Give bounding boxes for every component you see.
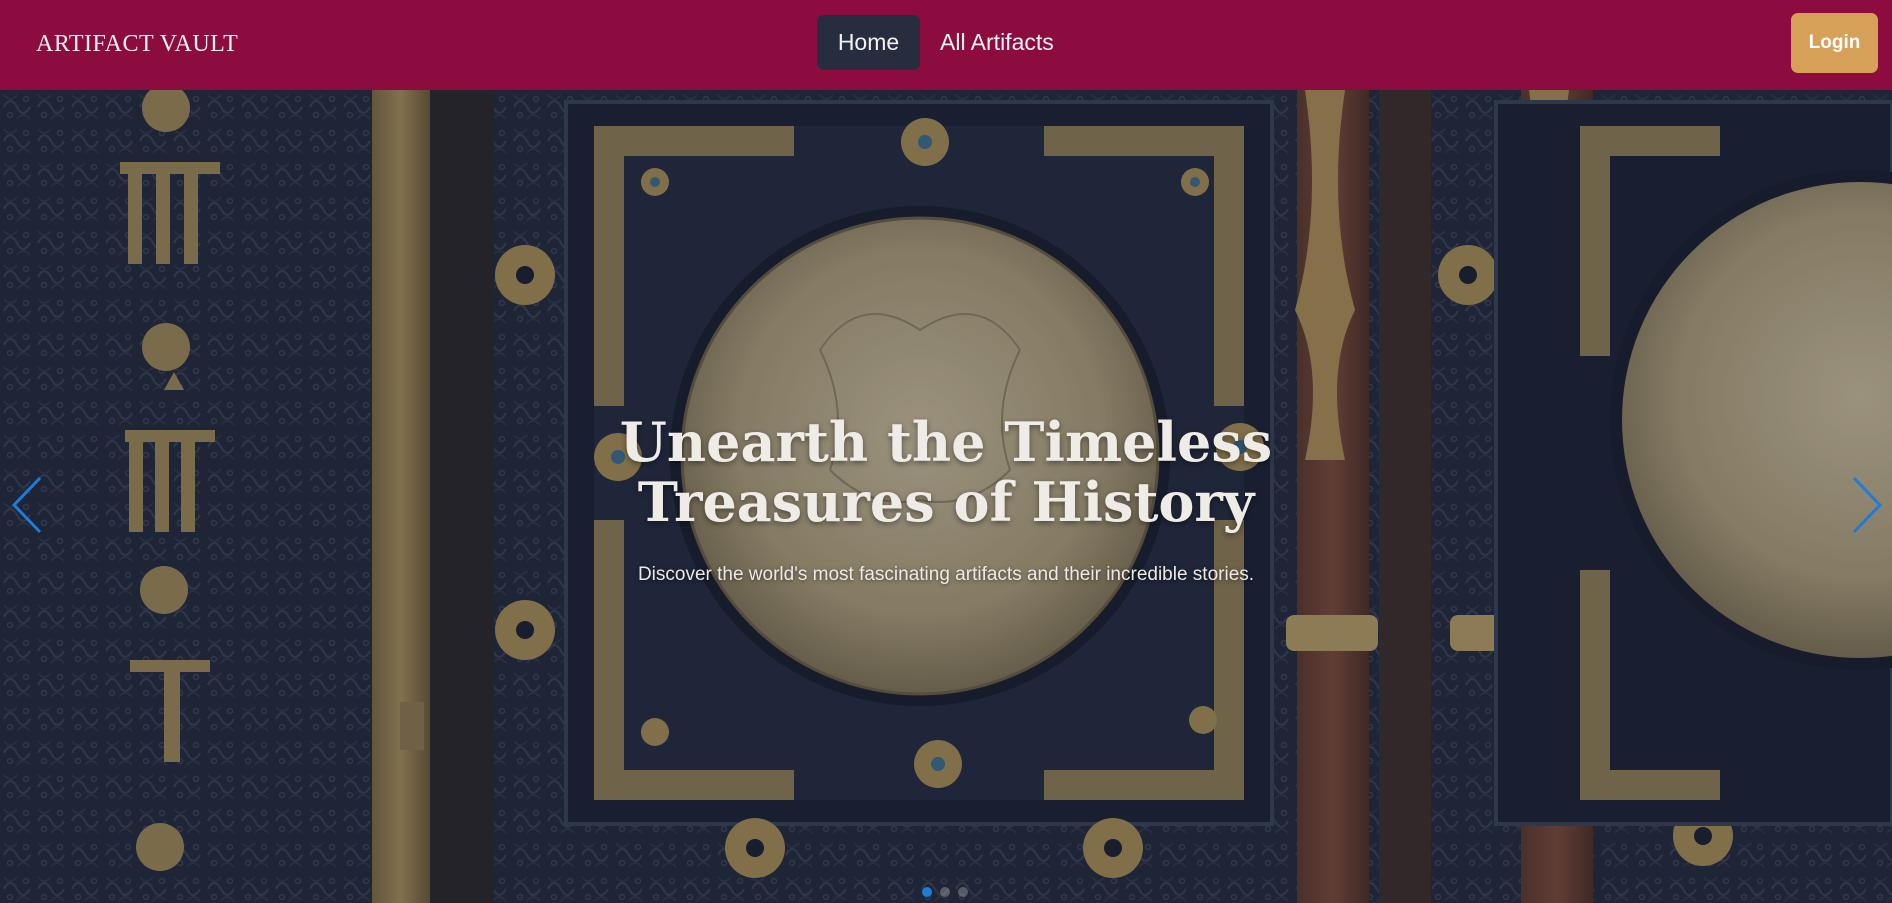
- chevron-right-icon: [1852, 476, 1883, 534]
- carousel-indicator-1[interactable]: [922, 887, 932, 897]
- carousel-indicator-3[interactable]: [958, 887, 968, 897]
- carousel-indicators: [920, 887, 980, 899]
- nav-link-home[interactable]: Home: [817, 15, 920, 70]
- hero-title: Unearth the Timeless Treasures of Histor…: [619, 410, 1273, 534]
- carousel-indicator-2[interactable]: [940, 887, 950, 897]
- hero-carousel: Unearth the Timeless Treasures of Histor…: [0, 90, 1892, 903]
- chevron-left-icon: [11, 476, 42, 534]
- carousel-prev-button[interactable]: [0, 470, 46, 540]
- nav-link-all-artifacts[interactable]: All Artifacts: [940, 15, 1054, 70]
- carousel-next-button[interactable]: [1846, 470, 1892, 540]
- brand-logo[interactable]: ARTIFACT VAULT: [36, 28, 238, 60]
- login-button[interactable]: Login: [1791, 13, 1878, 73]
- hero-caption: Unearth the Timeless Treasures of Histor…: [546, 412, 1346, 588]
- hero-subtitle: Discover the world's most fascinating ar…: [637, 564, 1255, 585]
- top-navbar: ARTIFACT VAULT Home All Artifacts Login: [0, 0, 1892, 90]
